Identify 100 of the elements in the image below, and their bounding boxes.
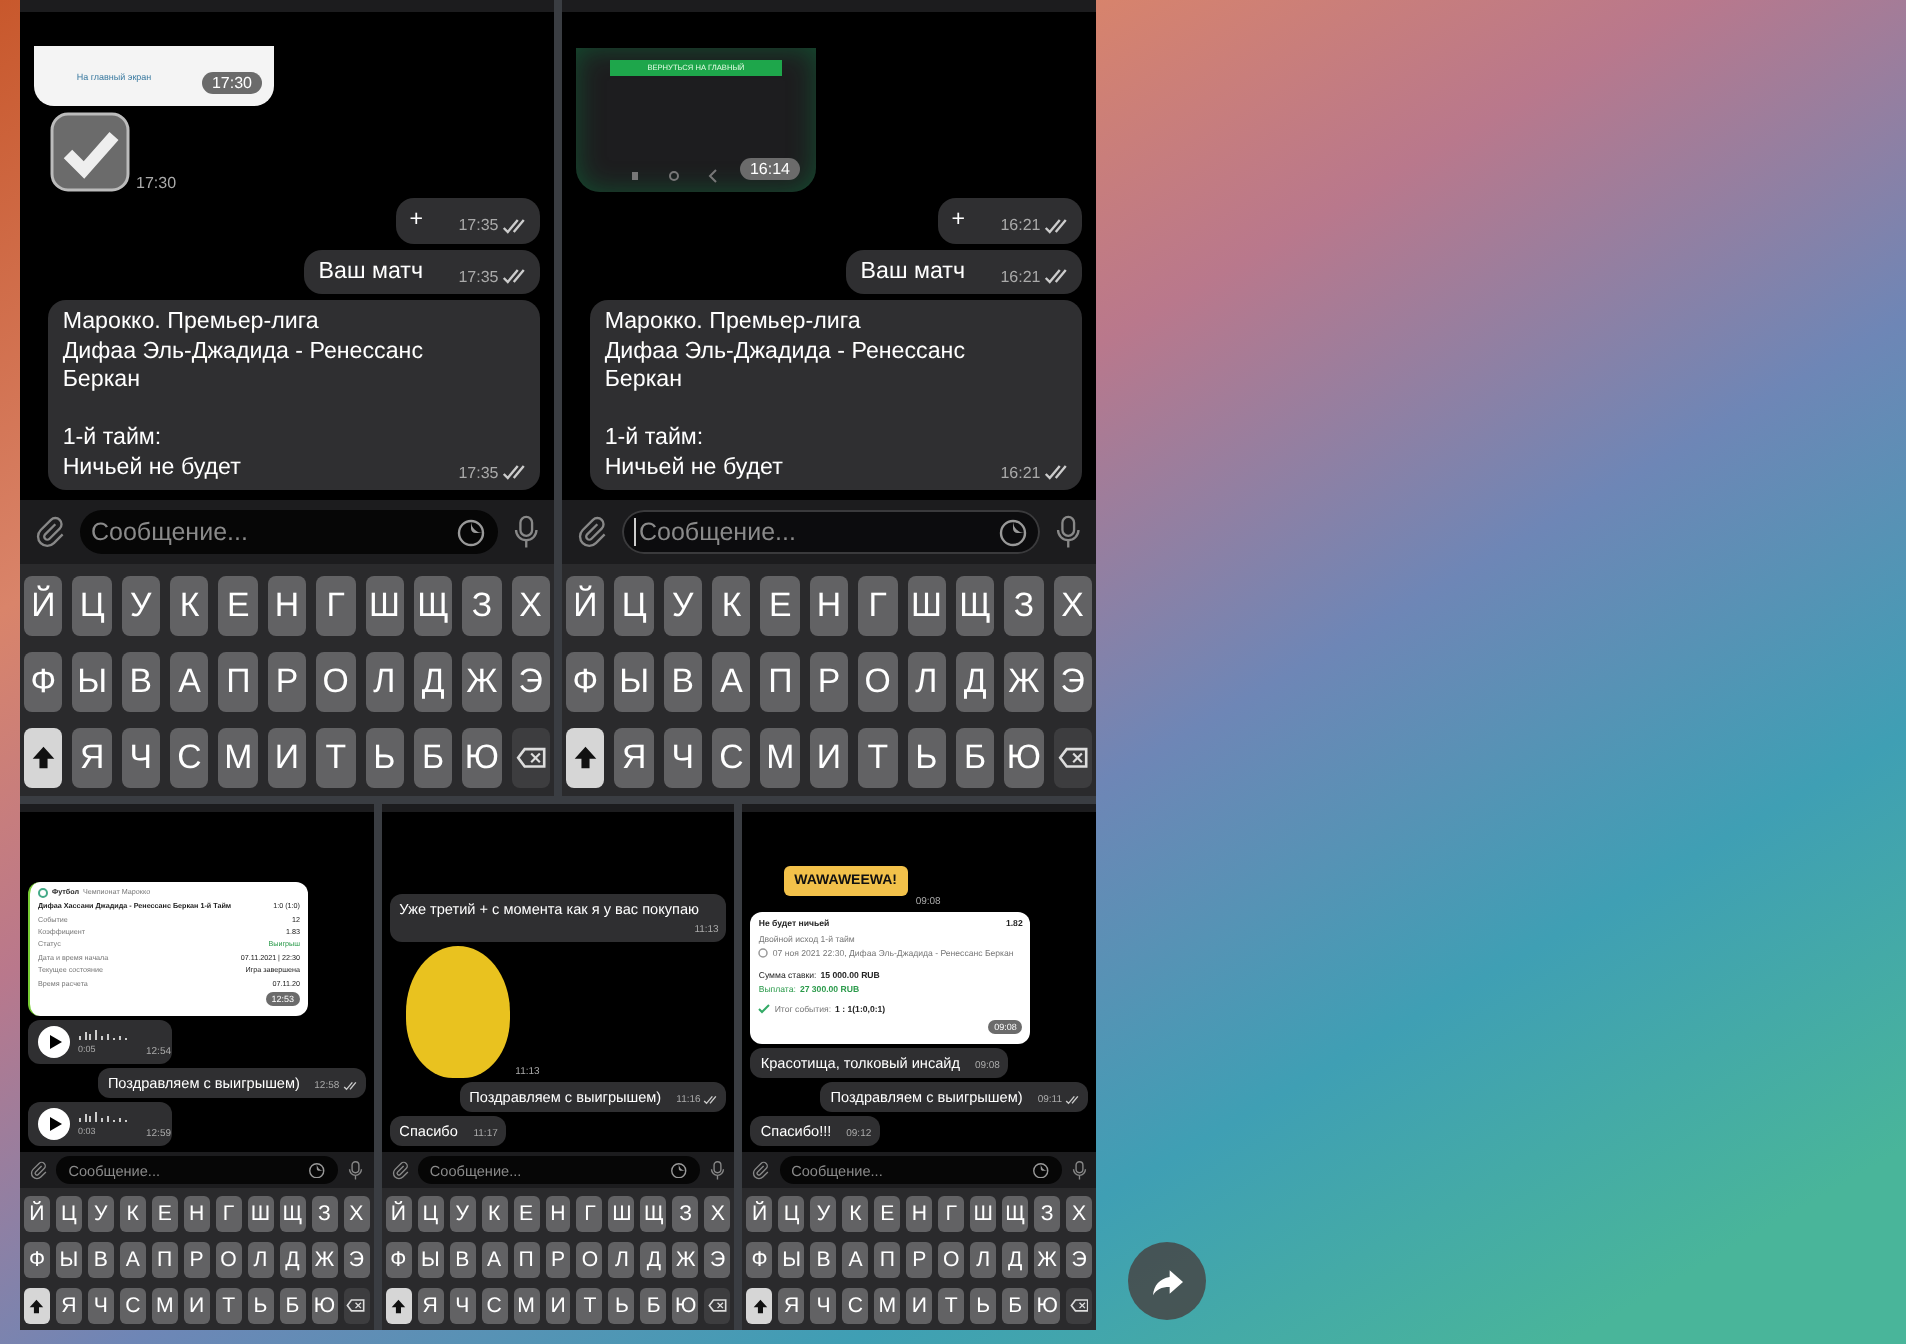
keyboard-key[interactable]: В: [663, 652, 703, 712]
keyboard-key[interactable]: Ц: [72, 576, 112, 636]
keyboard-key[interactable]: К: [119, 1196, 146, 1232]
keyboard-key[interactable]: З: [311, 1196, 338, 1232]
keyboard-key[interactable]: М: [151, 1288, 178, 1324]
keyboard-key[interactable]: Я: [55, 1288, 82, 1324]
keyboard-key[interactable]: Л: [970, 1242, 997, 1278]
keyboard-key[interactable]: И: [809, 728, 849, 788]
keyboard-key[interactable]: Я: [417, 1288, 444, 1324]
keyboard-key[interactable]: В: [449, 1242, 476, 1278]
keyboard-key[interactable]: Ш: [907, 576, 946, 636]
keyboard-key[interactable]: Б: [955, 728, 995, 788]
keyboard-key[interactable]: Л: [365, 652, 404, 712]
keyboard-key[interactable]: Д: [1002, 1242, 1029, 1278]
keyboard-key[interactable]: Щ: [279, 1196, 306, 1232]
backspace-key[interactable]: [1066, 1288, 1092, 1324]
keyboard-key[interactable]: Ь: [365, 728, 404, 788]
keyboard-key[interactable]: С: [712, 728, 751, 788]
keyboard-key[interactable]: С: [170, 728, 209, 788]
keyboard-key[interactable]: Ы: [778, 1242, 805, 1278]
keyboard-key[interactable]: К: [481, 1196, 508, 1232]
keyboard-key[interactable]: Г: [215, 1196, 242, 1232]
keyboard-key[interactable]: Х: [704, 1196, 731, 1232]
keyboard-key[interactable]: А: [119, 1242, 146, 1278]
keyboard-key[interactable]: У: [810, 1196, 837, 1232]
keyboard-key[interactable]: П: [218, 652, 258, 712]
keyboard-key[interactable]: Э: [1053, 652, 1092, 712]
keyboard-key[interactable]: К: [842, 1196, 869, 1232]
backspace-key[interactable]: [1053, 728, 1092, 788]
keyboard-key[interactable]: Б: [640, 1288, 667, 1324]
keyboard-key[interactable]: Й: [566, 576, 605, 636]
keyboard-key[interactable]: Ф: [385, 1242, 412, 1278]
keyboard-key[interactable]: Й: [746, 1196, 773, 1232]
message-input[interactable]: Сообщение...: [621, 509, 1040, 555]
keyboard-key[interactable]: Ш: [247, 1196, 274, 1232]
keyboard-key[interactable]: Ь: [608, 1288, 635, 1324]
keyboard-key[interactable]: Й: [385, 1196, 412, 1232]
keyboard-key[interactable]: Э: [1066, 1242, 1092, 1278]
keyboard-key[interactable]: К: [170, 576, 209, 636]
keyboard-key[interactable]: Х: [1066, 1196, 1092, 1232]
keyboard-key[interactable]: Э: [343, 1242, 370, 1278]
keyboard-key[interactable]: Ш: [970, 1196, 997, 1232]
keyboard-key[interactable]: Ф: [24, 1242, 50, 1278]
keyboard-key[interactable]: А: [481, 1242, 508, 1278]
keyboard-key[interactable]: З: [1034, 1196, 1061, 1232]
keyboard-key[interactable]: Ь: [247, 1288, 274, 1324]
keyboard-key[interactable]: Ж: [462, 652, 502, 712]
keyboard-key[interactable]: П: [760, 652, 800, 712]
keyboard-key[interactable]: У: [87, 1196, 114, 1232]
keyboard-key[interactable]: Д: [955, 652, 995, 712]
keyboard-key[interactable]: Щ: [413, 576, 453, 636]
keyboard-key[interactable]: Е: [151, 1196, 178, 1232]
keyboard-key[interactable]: Ю: [462, 728, 502, 788]
keyboard-key[interactable]: Д: [640, 1242, 667, 1278]
keyboard-key[interactable]: М: [760, 728, 800, 788]
keyboard-key[interactable]: О: [316, 652, 356, 712]
keyboard-key[interactable]: Г: [858, 576, 898, 636]
keyboard-key[interactable]: Ч: [121, 728, 161, 788]
keyboard-key[interactable]: Ч: [87, 1288, 114, 1324]
keyboard-key[interactable]: Д: [279, 1242, 306, 1278]
keyboard-key[interactable]: А: [712, 652, 751, 712]
backspace-key[interactable]: [511, 728, 550, 788]
keyboard-key[interactable]: Ц: [614, 576, 654, 636]
keyboard-key[interactable]: Ю: [672, 1288, 699, 1324]
keyboard-key[interactable]: Й: [24, 576, 63, 636]
keyboard-key[interactable]: Ч: [663, 728, 703, 788]
keyboard-key[interactable]: Я: [72, 728, 112, 788]
keyboard-key[interactable]: Ж: [311, 1242, 338, 1278]
keyboard-key[interactable]: Т: [576, 1288, 603, 1324]
keyboard-key[interactable]: З: [462, 576, 502, 636]
keyboard-key[interactable]: В: [87, 1242, 114, 1278]
keyboard-key[interactable]: Я: [614, 728, 654, 788]
keyboard-key[interactable]: Х: [343, 1196, 370, 1232]
keyboard-key[interactable]: Ц: [778, 1196, 805, 1232]
keyboard-key[interactable]: Г: [316, 576, 356, 636]
keyboard-key[interactable]: Ж: [672, 1242, 699, 1278]
keyboard-key[interactable]: У: [121, 576, 161, 636]
keyboard-key[interactable]: Ч: [810, 1288, 837, 1324]
keyboard-key[interactable]: Б: [413, 728, 453, 788]
keyboard-key[interactable]: Ю: [311, 1288, 338, 1324]
shift-key[interactable]: [385, 1288, 412, 1324]
shift-key[interactable]: [566, 728, 605, 788]
keyboard-key[interactable]: Б: [279, 1288, 306, 1324]
keyboard-key[interactable]: Ф: [566, 652, 605, 712]
keyboard-key[interactable]: Ю: [1034, 1288, 1061, 1324]
keyboard-key[interactable]: Л: [247, 1242, 274, 1278]
keyboard-key[interactable]: Р: [809, 652, 849, 712]
keyboard-key[interactable]: Н: [545, 1196, 571, 1232]
keyboard-key[interactable]: А: [842, 1242, 869, 1278]
keyboard-key[interactable]: Ф: [24, 652, 63, 712]
keyboard-key[interactable]: Б: [1002, 1288, 1029, 1324]
keyboard-key[interactable]: П: [513, 1242, 540, 1278]
keyboard-key[interactable]: Т: [316, 728, 356, 788]
keyboard-key[interactable]: К: [712, 576, 751, 636]
keyboard-key[interactable]: Щ: [1002, 1196, 1029, 1232]
keyboard-key[interactable]: Г: [938, 1196, 965, 1232]
keyboard-key[interactable]: З: [672, 1196, 699, 1232]
keyboard-key[interactable]: С: [119, 1288, 146, 1324]
keyboard-key[interactable]: Р: [183, 1242, 210, 1278]
backspace-key[interactable]: [343, 1288, 370, 1324]
